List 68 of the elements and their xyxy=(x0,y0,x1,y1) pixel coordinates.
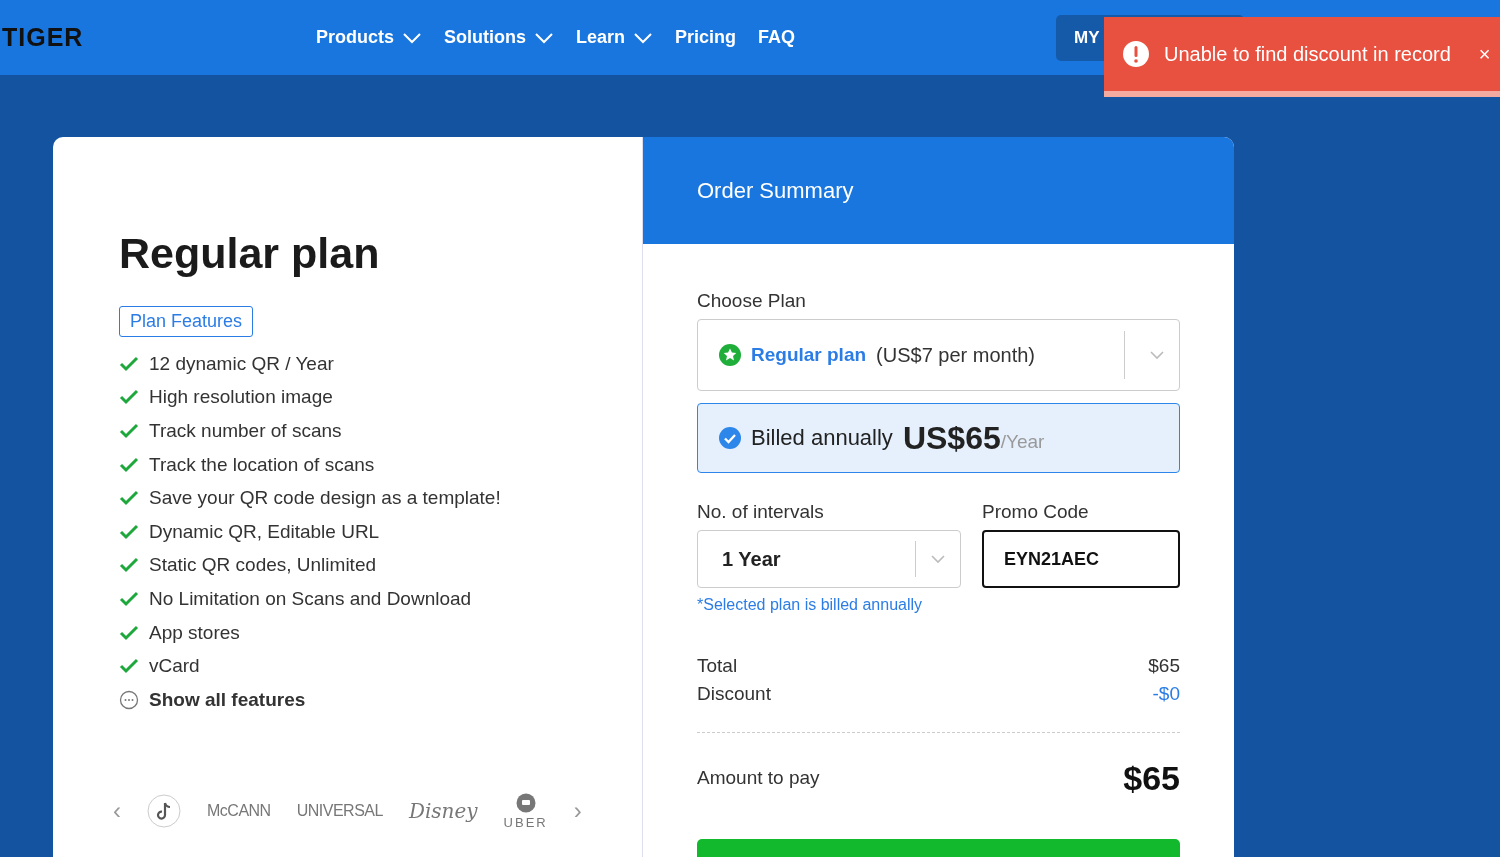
feature-text: Static QR codes, Unlimited xyxy=(149,554,377,577)
feature-text: No Limitation on Scans and Download xyxy=(149,587,472,610)
discount-label: Discount xyxy=(697,683,771,705)
chevron-down-icon xyxy=(930,554,946,564)
field-label: Promo Code xyxy=(982,501,1090,523)
checked-icon xyxy=(719,427,741,449)
feature-text: Save your QR code design as a template! xyxy=(149,487,501,510)
plan-title: Regular plan xyxy=(119,229,381,278)
plan-price: (US$7 per month) xyxy=(876,343,1036,367)
feature-text: 12 dynamic QR / Year xyxy=(149,352,334,375)
brand-logo: Disney xyxy=(408,799,478,824)
nav-link[interactable]: Learn xyxy=(576,27,654,48)
promo-code-field[interactable]: EYN21AEC xyxy=(982,530,1180,588)
check-icon xyxy=(119,624,139,641)
feature-text: vCard xyxy=(149,655,200,678)
nav-link[interactable]: Products xyxy=(316,27,422,48)
chevron-down-icon xyxy=(402,31,422,44)
show-all-features-link[interactable]: Show all features xyxy=(149,688,306,711)
brand-logo: McCANN xyxy=(207,802,271,821)
check-icon xyxy=(119,658,139,675)
more-icon xyxy=(119,689,139,710)
logo[interactable]: TIGER xyxy=(2,23,316,52)
field-label: No. of intervals xyxy=(697,501,825,523)
intervals-select[interactable]: 1 Year xyxy=(697,530,961,588)
music-note-logo-icon xyxy=(147,794,181,829)
nav-link[interactable]: Pricing xyxy=(675,27,737,48)
chevron-down-icon xyxy=(534,31,554,44)
feature-text: Track the location of scans xyxy=(149,453,375,476)
amount-value: $65 xyxy=(1123,758,1180,798)
feature-text: Track number of scans xyxy=(149,420,342,442)
billing-label: Billed annually xyxy=(751,425,893,451)
alert-icon xyxy=(1122,40,1150,68)
plan-name: Regular plan xyxy=(751,344,867,366)
plan-select[interactable]: Regular plan (US$7 per month) xyxy=(697,319,1180,391)
check-icon xyxy=(119,423,139,439)
previous-button[interactable]: ‹ xyxy=(113,797,121,826)
total-value: $65 xyxy=(1148,655,1180,677)
total-label: Total xyxy=(697,655,738,677)
feature-text: High resolution image xyxy=(149,386,333,409)
check-icon xyxy=(119,490,139,507)
check-icon xyxy=(119,590,139,607)
check-icon xyxy=(119,389,139,406)
billing-option[interactable]: Billed annually US$65/Year xyxy=(697,403,1180,473)
billing-period: /Year xyxy=(1000,431,1045,453)
feature-text: App stores xyxy=(149,621,240,644)
summary-title: Order Summary xyxy=(697,177,854,204)
circle-logo-icon xyxy=(515,792,536,813)
plan-features-tag: Plan Features xyxy=(119,306,254,337)
discount-value: -$0 xyxy=(1152,683,1180,705)
brand-logo: UNIVERSAL xyxy=(296,802,383,821)
billing-note: *Selected plan is billed annually xyxy=(697,596,924,614)
check-icon xyxy=(119,557,139,574)
amount-label: Amount to pay xyxy=(697,767,820,789)
check-icon xyxy=(119,523,139,540)
field-label: Choose Plan xyxy=(697,290,807,312)
feature-text: Dynamic QR, Editable URL xyxy=(149,520,380,543)
toast-message: Unable to find discount in record xyxy=(1164,42,1451,66)
close-button[interactable]: × xyxy=(1478,42,1491,66)
check-icon xyxy=(119,456,139,473)
brand-logo: UBER xyxy=(503,814,548,830)
billing-price: US$65 xyxy=(902,419,1001,457)
intervals-value: 1 Year xyxy=(722,547,781,571)
nav-link[interactable]: Solutions xyxy=(444,27,554,48)
chevron-down-icon xyxy=(633,31,654,44)
next-button[interactable]: › xyxy=(573,797,582,826)
nav-link[interactable]: FAQ xyxy=(758,27,796,48)
chevron-down-icon xyxy=(1149,350,1165,360)
check-icon xyxy=(119,355,139,372)
